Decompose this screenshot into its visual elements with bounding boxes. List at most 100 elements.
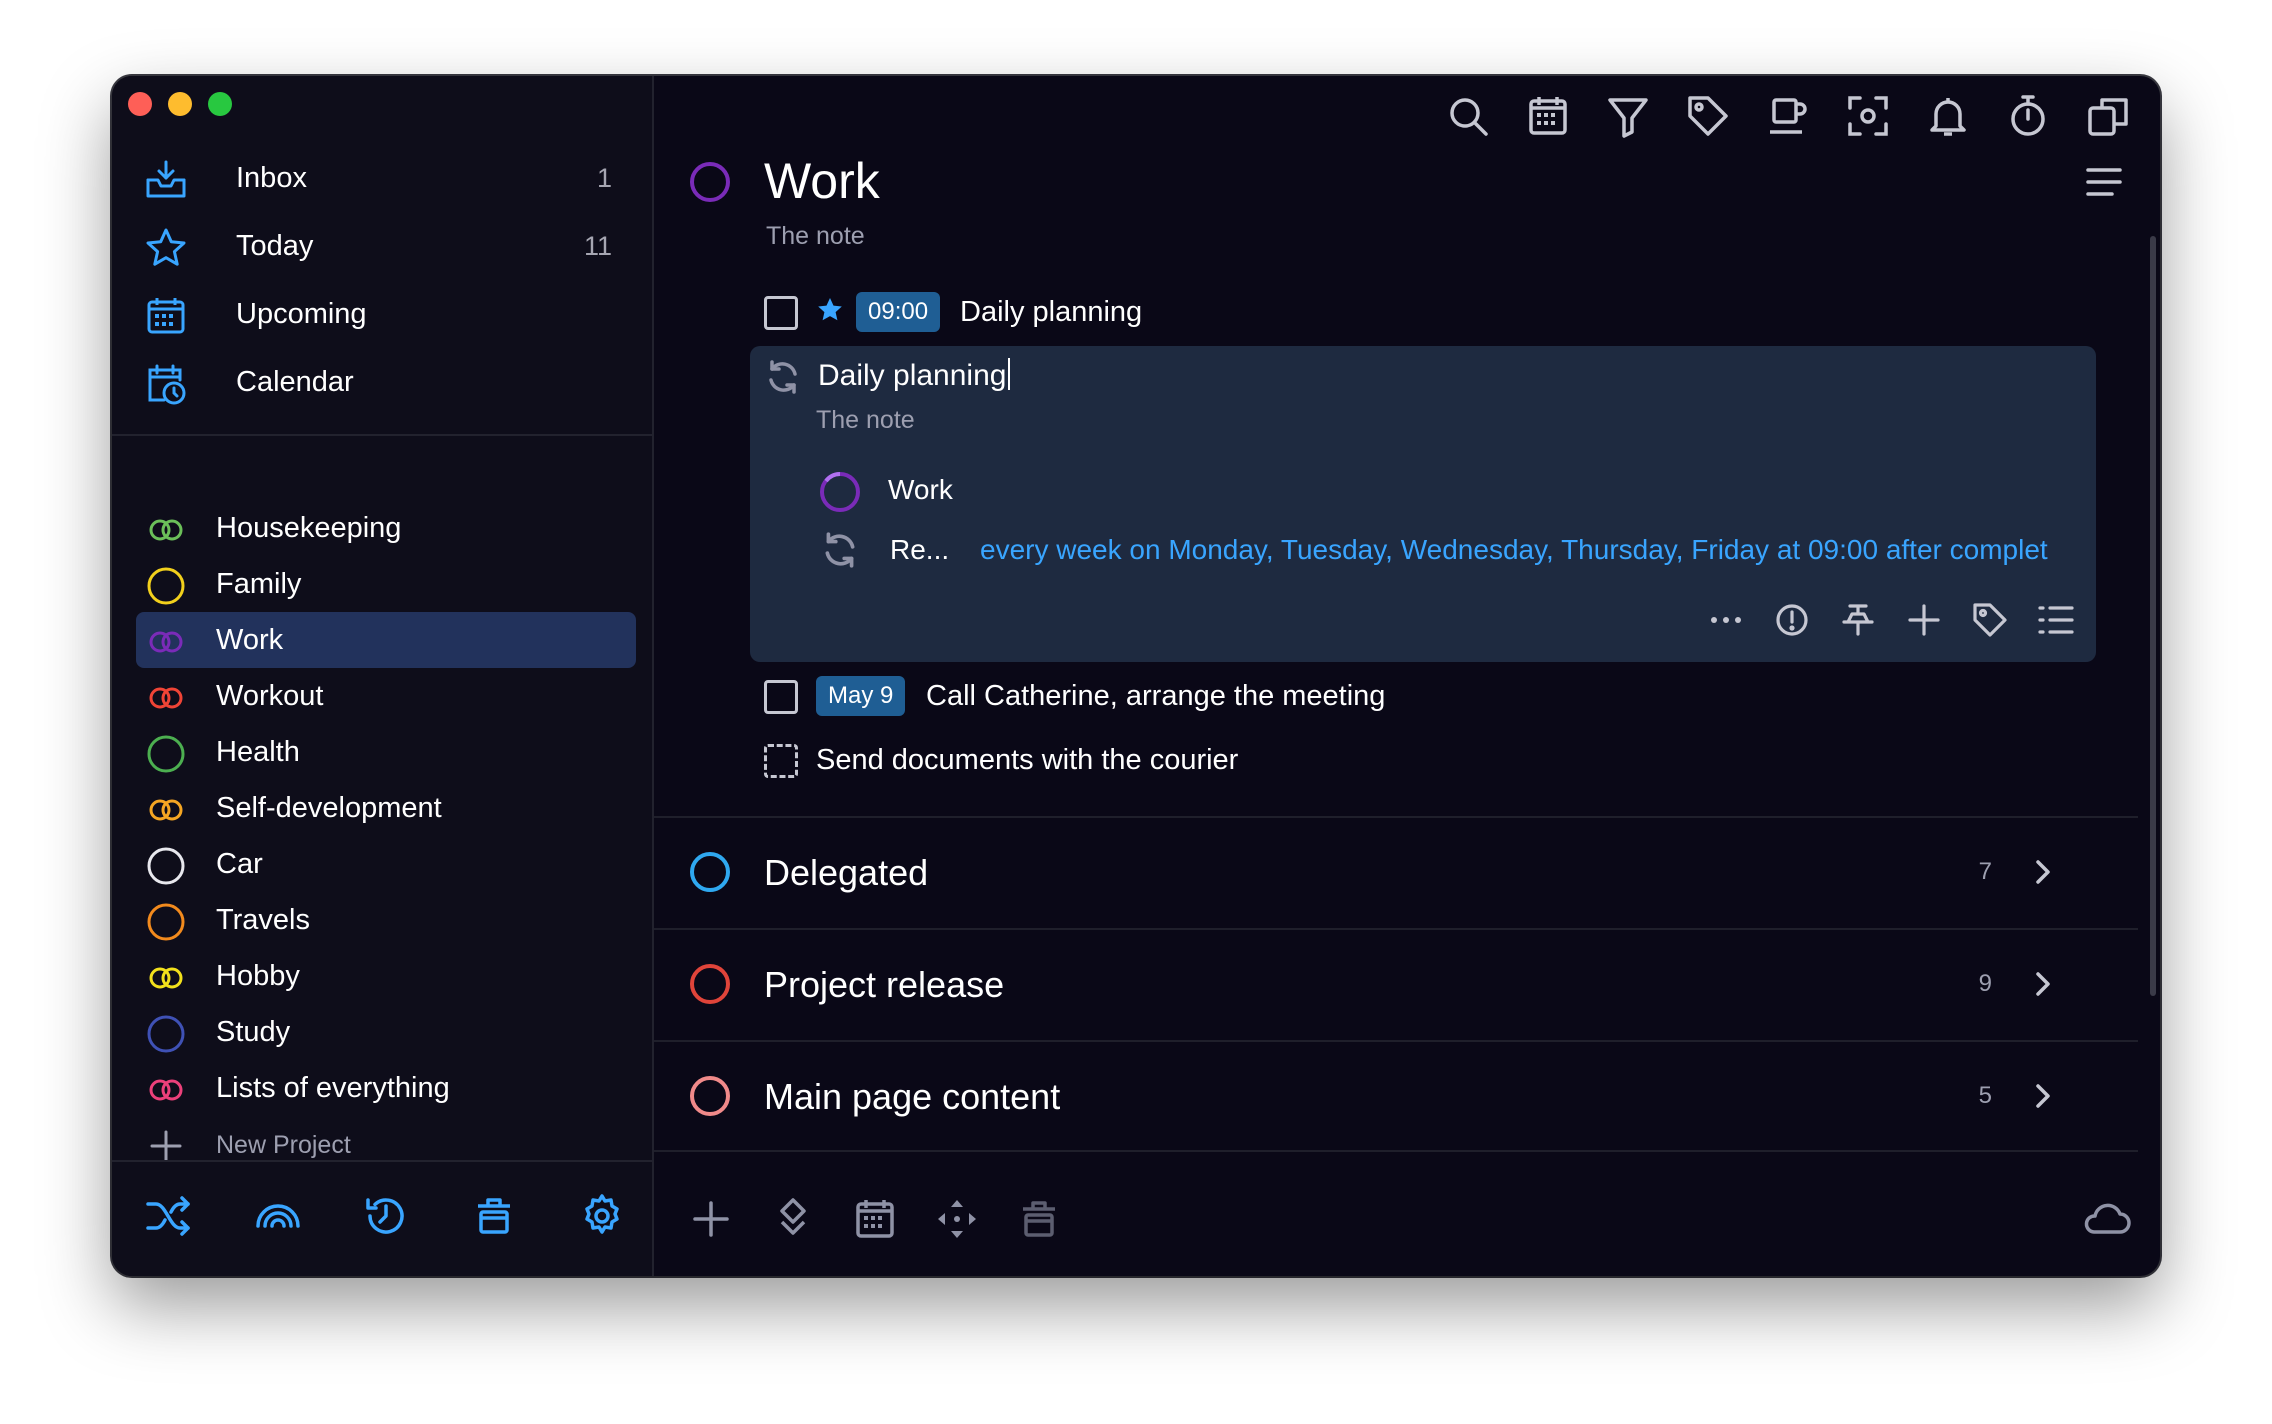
sidebar-item-workout[interactable]: Workout [136, 668, 636, 724]
rainbow-icon[interactable] [254, 1192, 302, 1240]
task-row[interactable]: Send documents with the courier [764, 734, 2064, 794]
arrows-icon[interactable] [934, 1196, 980, 1242]
text-caret [1008, 358, 1011, 390]
focus-icon[interactable] [1844, 92, 1892, 140]
timer-icon[interactable] [2004, 92, 2052, 140]
task-title: Send documents with the courier [816, 744, 1239, 776]
move-icon[interactable] [770, 1196, 816, 1242]
task-checkbox[interactable] [764, 744, 798, 778]
priority-icon[interactable] [1772, 600, 1812, 640]
shuffle-icon[interactable] [144, 1192, 192, 1240]
task-note-input[interactable]: The note [816, 406, 915, 435]
copy-icon[interactable] [2084, 92, 2132, 140]
zoom-window-button[interactable] [208, 92, 232, 116]
sidebar-item-hobby[interactable]: Hobby [136, 948, 636, 1004]
page-title[interactable]: Work [764, 152, 880, 210]
tag-icon[interactable] [1970, 600, 2010, 640]
project-label: Health [216, 736, 300, 768]
project-progress-icon[interactable] [818, 470, 862, 514]
project-label: Hobby [216, 960, 300, 992]
bell-icon[interactable] [1924, 92, 1972, 140]
sidebar-item-calendar[interactable]: Calendar [132, 348, 652, 416]
calendar-icon[interactable] [1524, 92, 1572, 140]
star-icon [146, 228, 186, 266]
sidebar-item-label: Upcoming [236, 297, 367, 330]
time-badge[interactable]: 09:00 [856, 292, 941, 332]
calendar-clock-icon [148, 364, 186, 405]
project-note[interactable]: The note [766, 222, 865, 251]
scrollbar[interactable] [2150, 236, 2156, 996]
menu-icon[interactable] [2084, 162, 2124, 202]
more-icon[interactable] [1706, 600, 1746, 640]
sidebar-nav: Inbox 1 Today 11 Upcoming Calendar [132, 144, 652, 416]
sidebar-item-study[interactable]: Study [136, 1004, 636, 1060]
toolbar [1444, 92, 2132, 140]
circle-icon [147, 847, 185, 885]
group-count: 9 [1978, 970, 1992, 997]
circle-icon [690, 852, 730, 892]
group-title: Main page content [764, 1076, 1061, 1117]
task-title-input[interactable]: Daily planning [818, 358, 1011, 393]
sidebar-item-family[interactable]: Family [136, 556, 636, 612]
group-row-project-release[interactable]: Project release 9 [654, 928, 2138, 1040]
project-label: Self-development [216, 792, 442, 824]
trash-icon[interactable] [470, 1192, 518, 1240]
task-checkbox[interactable] [764, 296, 798, 330]
circle-icon [147, 735, 185, 773]
double-circle-icon [149, 631, 183, 653]
group-count: 5 [1978, 1082, 1992, 1109]
cloud-icon[interactable] [2080, 1196, 2132, 1242]
project-label: Lists of everything [216, 1072, 450, 1104]
group-row-delegated[interactable]: Delegated 7 [654, 816, 2138, 928]
checklist-icon[interactable] [2036, 600, 2076, 640]
sidebar-item-housekeeping[interactable]: Housekeeping [136, 500, 636, 556]
sidebar-item-travels[interactable]: Travels [136, 892, 636, 948]
history-icon[interactable] [362, 1192, 410, 1240]
sidebar-item-today[interactable]: Today 11 [132, 212, 652, 280]
project-label: Study [216, 1016, 291, 1048]
task-project-label[interactable]: Work [888, 474, 953, 506]
sidebar-item-car[interactable]: Car [136, 836, 636, 892]
repeat-rule-link[interactable]: every week on Monday, Tuesday, Wednesday… [980, 534, 2048, 566]
task-row[interactable]: 09:00 Daily planning [764, 286, 2064, 346]
sidebar-item-inbox[interactable]: Inbox 1 [132, 144, 652, 212]
sidebar-item-upcoming[interactable]: Upcoming [132, 280, 652, 348]
sidebar-item-self-development[interactable]: Self-development [136, 780, 636, 836]
sidebar-footer [112, 1166, 652, 1256]
tag-icon[interactable] [1684, 92, 1732, 140]
project-label: Workout [216, 680, 324, 712]
chevron-right-icon[interactable] [2026, 856, 2058, 888]
task-row[interactable]: May 9 Call Catherine, arrange the meetin… [764, 670, 2064, 730]
project-label: Family [216, 568, 302, 600]
circle-icon [690, 1076, 730, 1116]
calendar-icon[interactable] [852, 1196, 898, 1242]
group-row-main-page-content[interactable]: Main page content 5 [654, 1040, 2138, 1152]
minimize-window-button[interactable] [168, 92, 192, 116]
filter-icon[interactable] [1604, 92, 1652, 140]
main-panel: Work The note 09:00 Daily planning Daily… [654, 76, 2160, 1276]
coffee-icon[interactable] [1764, 92, 1812, 140]
pin-icon[interactable] [1838, 600, 1878, 640]
sidebar-item-lists-of-everything[interactable]: Lists of everything [136, 1060, 636, 1116]
search-icon[interactable] [1444, 92, 1492, 140]
add-icon[interactable] [688, 1196, 734, 1242]
add-icon[interactable] [1904, 600, 1944, 640]
group-title: Project release [764, 964, 1005, 1005]
sidebar-item-work[interactable]: Work [136, 612, 636, 668]
chevron-right-icon[interactable] [2026, 968, 2058, 1000]
new-project-button[interactable]: New Project [136, 1116, 636, 1172]
double-circle-icon [149, 519, 183, 541]
settings-icon[interactable] [578, 1192, 626, 1240]
trash-icon[interactable] [1016, 1196, 1062, 1242]
project-circle-icon[interactable] [688, 160, 732, 204]
double-circle-icon [149, 799, 183, 821]
sidebar-item-health[interactable]: Health [136, 724, 636, 780]
sidebar-item-label: Today [236, 229, 314, 262]
date-badge[interactable]: May 9 [816, 676, 906, 716]
close-window-button[interactable] [128, 92, 152, 116]
task-checkbox[interactable] [764, 680, 798, 714]
double-circle-icon [149, 687, 183, 709]
sidebar-item-count: 1 [596, 162, 612, 193]
circle-icon [690, 964, 730, 1004]
chevron-right-icon[interactable] [2026, 1080, 2058, 1112]
